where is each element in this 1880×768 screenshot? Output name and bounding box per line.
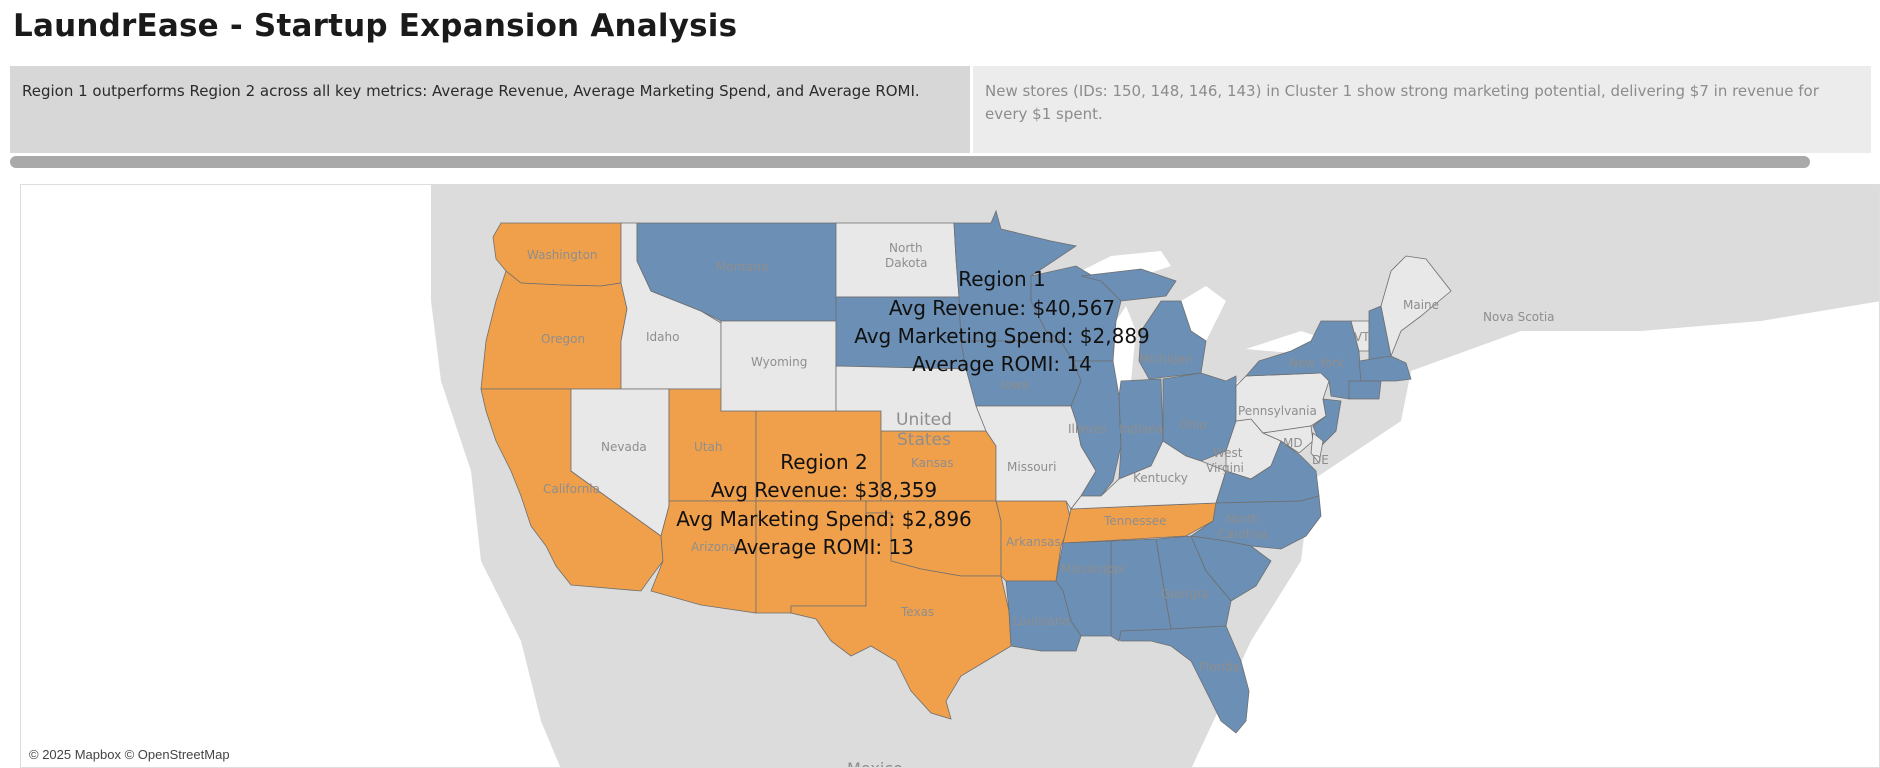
label-kentucky: Kentucky	[1133, 471, 1188, 485]
label-arkansas: Arkansas	[1006, 535, 1061, 549]
label-united-states-1: United	[896, 410, 952, 430]
label-arizona: Arizona	[691, 540, 736, 554]
region-2-average-romi: Average ROMI: 13	[734, 535, 914, 559]
insight-card-new-stores: New stores (IDs: 150, 148, 146, 143) in …	[973, 66, 1871, 153]
label-mexico: Mexico	[847, 759, 903, 768]
label-mississippi: Mississippi	[1061, 562, 1125, 576]
label-maine: Maine	[1403, 298, 1439, 312]
label-md: MD	[1283, 436, 1303, 450]
label-nevada: Nevada	[601, 440, 647, 454]
label-missouri: Missouri	[1007, 460, 1056, 474]
label-vt: VT	[1354, 330, 1370, 344]
horizontal-scrollbar[interactable]	[10, 156, 1810, 168]
region-1-avg-revenue: Avg Revenue: $40,567	[889, 296, 1115, 320]
label-iowa: Iowa	[1001, 378, 1029, 392]
label-california: California	[543, 482, 600, 496]
us-region-map[interactable]: United States Mexico Nova Scotia Maine W…	[20, 184, 1880, 768]
label-oregon: Oregon	[541, 332, 585, 346]
label-utah: Utah	[694, 440, 722, 454]
label-michigan: Michigan	[1139, 352, 1193, 366]
insight-card-region-comparison: Region 1 outperforms Region 2 across all…	[10, 66, 970, 153]
label-north-dakota-2: Dakota	[885, 256, 928, 270]
label-new-york: New York	[1289, 356, 1344, 370]
label-texas: Texas	[900, 605, 934, 619]
label-ohio: Ohio	[1179, 418, 1207, 432]
label-nova-scotia: Nova Scotia	[1483, 310, 1555, 324]
label-florida: Florida	[1199, 660, 1240, 674]
region-1-avg-marketing-spend: Avg Marketing Spend: $2,889	[854, 324, 1150, 348]
label-idaho: Idaho	[646, 330, 679, 344]
label-united-states-2: States	[897, 430, 951, 450]
label-north-dakota-1: North	[889, 241, 923, 255]
label-north-carolina-2: Carolina	[1218, 527, 1267, 541]
label-louisiana: Louisiana	[1013, 614, 1070, 628]
label-wyoming: Wyoming	[751, 355, 807, 369]
label-illinois: Illinois	[1068, 422, 1106, 436]
label-indiana: Indiana	[1119, 422, 1163, 436]
label-west-virginia-2: Virgini	[1206, 461, 1244, 475]
region-2-avg-marketing-spend: Avg Marketing Spend: $2,896	[676, 507, 972, 531]
region-1-name: Region 1	[958, 267, 1046, 291]
label-washington: Washington	[527, 248, 598, 262]
region-1-average-romi: Average ROMI: 14	[912, 352, 1092, 376]
label-georgia: Georgia	[1161, 587, 1208, 601]
map-attribution[interactable]: © 2025 Mapbox © OpenStreetMap	[29, 747, 230, 762]
dashboard-title: LaundrEase - Startup Expansion Analysis	[13, 8, 738, 44]
label-north-carolina-1: North	[1226, 512, 1260, 526]
insight-cards: Region 1 outperforms Region 2 across all…	[10, 66, 1871, 153]
label-de: DE	[1312, 453, 1329, 467]
label-pennsylvania: Pennsylvania	[1238, 404, 1317, 418]
state-oregon[interactable]	[480, 270, 628, 390]
label-kansas: Kansas	[911, 456, 953, 470]
label-west-virginia-1: West	[1213, 446, 1243, 460]
label-montana: Montana	[716, 260, 768, 274]
map-canvas: United States Mexico Nova Scotia Maine W…	[431, 185, 1879, 768]
region-2-avg-revenue: Avg Revenue: $38,359	[711, 478, 937, 502]
region-2-name: Region 2	[780, 450, 868, 474]
label-tennessee: Tennessee	[1103, 514, 1167, 528]
state-connecticut[interactable]	[1348, 380, 1382, 400]
